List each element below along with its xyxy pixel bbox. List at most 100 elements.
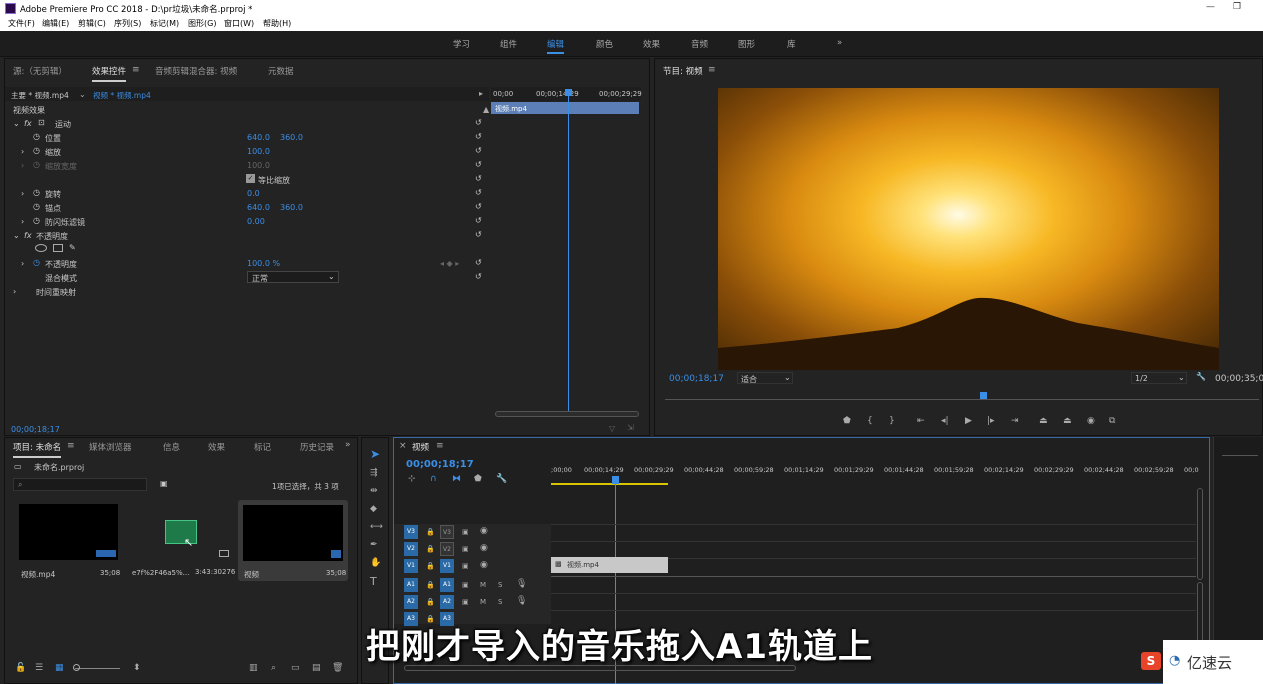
zoom-scrollbar[interactable] [495, 411, 639, 417]
stopwatch-icon[interactable]: ◷ [33, 146, 40, 155]
property-value[interactable]: 640.0 [247, 133, 270, 142]
track-target[interactable]: V1 [440, 559, 454, 573]
tab-source[interactable]: 源:（无剪辑） [13, 65, 67, 77]
sync-lock-icon[interactable]: ▣ [462, 598, 469, 607]
program-timecode[interactable]: 00;00;18;17 [669, 374, 724, 384]
fx-icon[interactable]: fx [24, 119, 32, 128]
workspace-editing[interactable]: 编辑 [547, 38, 565, 54]
property-value[interactable]: 0.0 [247, 189, 260, 198]
uniform-scale-checkbox[interactable]: ✓ [246, 174, 255, 183]
sync-lock-icon[interactable]: ▣ [462, 562, 469, 571]
add-marker-icon[interactable]: ⬟ [843, 417, 851, 426]
export-frame-icon[interactable]: ⇲ [627, 423, 634, 432]
property-value[interactable]: 640.0 [247, 203, 270, 212]
project-item[interactable]: 视频.mp4 35;08 [17, 504, 122, 579]
video-vertical-scrollbar[interactable] [1197, 488, 1203, 580]
pen-mask-icon[interactable]: ✎ [69, 243, 76, 252]
source-patch[interactable]: A2 [404, 595, 418, 609]
tab-metadata[interactable]: 元数据 [268, 65, 294, 77]
source-patch[interactable]: V2 [404, 542, 418, 556]
sort-icon[interactable]: ⬍ [133, 664, 141, 673]
razor-tool-icon[interactable]: ◆ [370, 505, 377, 514]
zoom-slider[interactable] [75, 668, 120, 669]
workspace-learn[interactable]: 学习 [453, 38, 470, 50]
go-to-out-icon[interactable]: ⇥ [1011, 417, 1019, 426]
mark-out-icon[interactable]: } [889, 417, 895, 426]
menu-sequence[interactable]: 序列(S) [114, 18, 141, 29]
transform-icon[interactable]: ⊡ [38, 118, 45, 127]
filter-icon[interactable]: ▽ [609, 424, 615, 433]
sync-lock-icon[interactable]: ▣ [462, 581, 469, 590]
restore-icon[interactable]: ❐ [1233, 2, 1241, 12]
expand-icon[interactable]: › [13, 287, 16, 296]
expand-icon[interactable]: › [21, 217, 24, 226]
close-icon[interactable]: × [399, 442, 407, 451]
expand-icon[interactable]: › [21, 259, 24, 268]
current-timecode[interactable]: 00;00;18;17 [11, 425, 60, 434]
menu-window[interactable]: 窗口(W) [224, 18, 254, 29]
program-playhead[interactable] [980, 392, 987, 399]
new-bin-from-search-icon[interactable]: ▣ [160, 479, 168, 488]
camera-icon[interactable]: ◉ [1087, 417, 1095, 426]
workspace-color[interactable]: 颜色 [596, 38, 613, 50]
menu-marker[interactable]: 标记(M) [150, 18, 179, 29]
tab-effects[interactable]: 效果 [208, 441, 225, 453]
timeline-playhead-handle[interactable] [612, 476, 619, 484]
new-bin-icon[interactable]: ▭ [291, 664, 300, 673]
workspace-assembly[interactable]: 组件 [500, 38, 517, 50]
panel-menu-icon[interactable]: ≡ [67, 442, 75, 451]
tab-media-browser[interactable]: 媒体浏览器 [89, 441, 132, 453]
expand-icon[interactable]: ⌄ [13, 119, 20, 128]
selection-tool-icon[interactable]: ➤ [370, 448, 380, 460]
fx-icon[interactable]: fx [24, 231, 32, 240]
list-view-icon[interactable]: ☰ [35, 664, 43, 673]
reset-icon[interactable]: ↺ [475, 216, 482, 225]
source-patch[interactable]: V3 [404, 525, 418, 539]
lift-icon[interactable]: ⏏ [1039, 417, 1048, 426]
reset-icon[interactable]: ↺ [475, 132, 482, 141]
minimize-icon[interactable]: — [1206, 2, 1215, 12]
step-back-icon[interactable]: ◂| [941, 417, 949, 426]
solo-icon[interactable]: S [498, 598, 502, 607]
go-to-in-icon[interactable]: ⇤ [917, 417, 925, 426]
ellipse-mask-icon[interactable] [35, 244, 47, 252]
expand-icon[interactable]: › [21, 147, 24, 156]
resolution-select[interactable]: 1/2 ⌄ [1131, 372, 1187, 384]
solo-icon[interactable]: S [498, 581, 502, 590]
chevron-down-icon[interactable]: ⌄ [79, 90, 86, 99]
pen-tool-icon[interactable]: ✒ [370, 541, 378, 550]
panel-menu-icon[interactable]: ≡ [708, 66, 716, 75]
play-only-icon[interactable]: ▸ [479, 89, 483, 98]
mark-in-icon[interactable]: { [867, 417, 873, 426]
workspace-libraries[interactable]: 库 [787, 38, 796, 50]
timeline-clip[interactable]: ▩ 视频.mp4 [551, 557, 668, 573]
source-patch[interactable]: A1 [404, 578, 418, 592]
source-patch[interactable]: V1 [404, 559, 418, 573]
slip-tool-icon[interactable]: ⟷ [370, 523, 383, 532]
zoom-slider-handle[interactable] [73, 664, 80, 671]
lock-icon[interactable]: 🔓 [15, 664, 26, 673]
microphone-icon[interactable]: 🎙 [516, 580, 527, 589]
automate-icon[interactable]: ▥ [249, 664, 258, 673]
keyframe-nav-icon[interactable]: ◂ ◆ ▸ [440, 259, 459, 268]
extract-icon[interactable]: ⏏ [1063, 417, 1072, 426]
program-title[interactable]: 节目: 视频 [663, 65, 703, 77]
ripple-edit-tool-icon[interactable]: ⇹ [370, 487, 378, 496]
tab-history[interactable]: 历史记录 [300, 441, 334, 453]
stopwatch-icon[interactable]: ◷ [33, 258, 40, 267]
track-target[interactable]: V3 [440, 525, 454, 539]
reset-icon[interactable]: ↺ [475, 146, 482, 155]
tab-sequence[interactable]: 视频 [412, 441, 429, 453]
property-value[interactable]: 360.0 [280, 203, 303, 212]
menu-help[interactable]: 帮助(H) [263, 18, 291, 29]
motion-row[interactable]: ⌄ fx ⊡ 运动 ↺ [5, 117, 489, 131]
track-select-tool-icon[interactable]: ⇶ [370, 469, 378, 478]
timeline-timecode[interactable]: 00;00;18;17 [406, 459, 474, 470]
playhead-handle[interactable] [565, 89, 572, 96]
reset-icon[interactable]: ↺ [475, 160, 482, 169]
comparison-view-icon[interactable]: ⧉ [1109, 417, 1115, 426]
track-target[interactable]: A1 [440, 578, 454, 592]
menu-file[interactable]: 文件(F) [8, 18, 35, 29]
track-target[interactable]: V2 [440, 542, 454, 556]
eye-icon[interactable]: ◉ [480, 544, 488, 553]
